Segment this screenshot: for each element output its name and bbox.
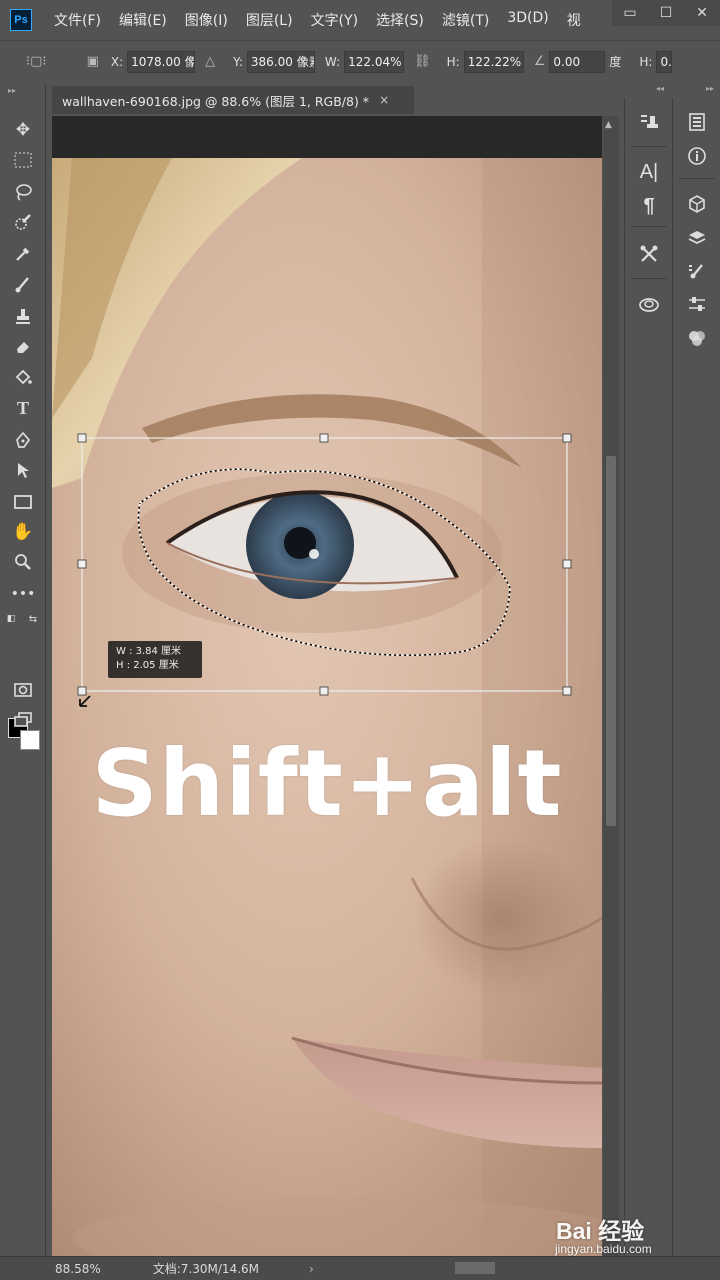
restore-button[interactable]: ☐ (648, 0, 684, 26)
tools-panel: ▸▸ ✥ T ✋ ••• ◧ ⇆ (0, 84, 46, 1256)
tooltip-width: W : 3.84 厘米 (116, 646, 182, 657)
menu-layer[interactable]: 图层(L) (246, 10, 302, 30)
y-field[interactable]: 386.00 像素 (246, 50, 315, 73)
menu-3d[interactable]: 3D(D) (507, 10, 557, 30)
stamp-icon[interactable] (10, 304, 36, 328)
menu-type[interactable]: 文字(Y) (311, 10, 367, 30)
move-icon[interactable]: ✥ (10, 118, 36, 142)
collapse-right-dock-icon[interactable]: ▸▸ (706, 84, 714, 93)
h-label: H: (446, 54, 460, 69)
options-bar: ⁝▢⁝ ▣ X: 1078.00 像 △ Y: 386.00 像素 W: 122… (0, 40, 720, 82)
background-color-swatch[interactable] (20, 730, 40, 750)
close-button[interactable]: ✕ (684, 0, 720, 26)
watermark-brand: Bai 经验 (556, 1218, 645, 1244)
reference-point-icon[interactable]: ▣ (87, 54, 99, 69)
paragraph-icon[interactable]: ¶ (635, 192, 663, 220)
close-document-icon[interactable]: × (379, 93, 389, 107)
properties-icon[interactable] (683, 108, 711, 136)
w-field[interactable]: 122.04% (344, 50, 405, 73)
quick-select-icon[interactable] (10, 210, 36, 234)
type-icon[interactable]: T (10, 396, 36, 420)
panel-separator (679, 178, 715, 179)
x-label: X: (110, 54, 124, 69)
menu-list: 文件(F) 编辑(E) 图像(I) 图层(L) 文字(Y) 选择(S) 滤镜(T… (54, 10, 599, 30)
w-label: W: (324, 54, 341, 69)
layers-icon[interactable] (683, 224, 711, 252)
menu-image[interactable]: 图像(I) (185, 10, 237, 30)
delta-icon[interactable]: △ (205, 54, 215, 69)
transform-size-tooltip: W : 3.84 厘米 H : 2.05 厘米 (108, 641, 202, 678)
eraser-icon[interactable] (10, 334, 36, 358)
x-field[interactable]: 1078.00 像 (127, 50, 196, 73)
zoom-icon[interactable] (10, 550, 36, 574)
vertical-scrollbar[interactable]: ▲ (603, 116, 619, 1256)
window-controls: ▭ ☐ ✕ (612, 0, 720, 26)
menu-bar: Ps 文件(F) 编辑(E) 图像(I) 图层(L) 文字(Y) 选择(S) 滤… (0, 0, 720, 40)
canvas-area[interactable] (52, 116, 602, 1256)
more-tools-icon[interactable]: ••• (10, 582, 36, 606)
default-colors-icon[interactable]: ◧ (4, 612, 18, 626)
photoshop-logo: Ps (10, 9, 32, 31)
menu-filter[interactable]: 滤镜(T) (442, 10, 498, 30)
clone-source-icon[interactable] (635, 108, 663, 136)
y-label: Y: (233, 54, 243, 69)
channels-icon[interactable] (683, 324, 711, 352)
panel-separator (631, 146, 667, 147)
3d-icon[interactable] (683, 190, 711, 218)
brush-icon[interactable] (10, 272, 36, 296)
panel-dock-collapsed: ◂◂ A| ¶ (624, 84, 670, 1256)
menu-file[interactable]: 文件(F) (54, 10, 110, 30)
document-tab-title: wallhaven-690168.jpg @ 88.6% (图层 1, RGB/… (62, 93, 370, 109)
watermark-url: jingyan.baidu.com (555, 1242, 652, 1256)
lasso-icon[interactable] (10, 180, 36, 204)
eyedropper-icon[interactable] (10, 242, 36, 266)
shortcut-caption: Shift+alt (91, 730, 563, 837)
panel-separator (631, 278, 667, 279)
menu-select[interactable]: 选择(S) (376, 10, 433, 30)
menu-view[interactable]: 视 (567, 10, 590, 30)
toolbar-grip-icon[interactable]: ▸▸ (8, 86, 16, 95)
vertical-scroll-thumb[interactable] (606, 456, 616, 826)
photo-canvas (52, 158, 602, 1256)
paint-bucket-icon[interactable] (10, 366, 36, 390)
status-menu-arrow-icon[interactable]: › (309, 1262, 314, 1276)
h-skew-label: H: (639, 54, 653, 69)
horizontal-scroll-thumb[interactable] (455, 1262, 495, 1274)
status-bar: 88.58% 文档:7.30M/14.6M › (0, 1256, 720, 1280)
quick-mask-icon[interactable] (10, 678, 36, 702)
h-field[interactable]: 122.22% (463, 50, 524, 73)
cc-libraries-icon[interactable] (635, 290, 663, 318)
zoom-level[interactable]: 88.58% (55, 1262, 101, 1276)
angle-field[interactable]: 0.00 (549, 50, 606, 73)
screen-mode-icon[interactable] (10, 708, 36, 732)
menu-edit[interactable]: 编辑(E) (119, 10, 176, 30)
info-icon[interactable] (683, 142, 711, 170)
panel-dock-right: ▸▸ (672, 84, 720, 1256)
swap-colors-icon[interactable]: ⇆ (26, 612, 40, 626)
hand-icon[interactable]: ✋ (10, 520, 36, 544)
tools-preset-icon[interactable] (635, 240, 663, 268)
scroll-up-icon[interactable]: ▲ (605, 120, 612, 130)
collapse-dock-icon[interactable]: ◂◂ (656, 84, 664, 93)
adjustments-icon[interactable] (683, 290, 711, 318)
brush-settings-icon[interactable] (683, 258, 711, 286)
tooltip-height: H : 2.05 厘米 (116, 660, 179, 671)
h-skew-field[interactable]: 0. (656, 50, 673, 73)
path-select-icon[interactable] (10, 458, 36, 482)
rectangle-icon[interactable] (10, 490, 36, 514)
minimize-button[interactable]: ▭ (612, 0, 648, 26)
character-icon[interactable]: A| (635, 158, 663, 186)
marquee-icon[interactable] (10, 148, 36, 172)
link-icon[interactable]: ⛓ (414, 54, 431, 69)
baidu-watermark: Bai 经验 jingyan.baidu.com (550, 1212, 720, 1256)
document-size: 文档:7.30M/14.6M (152, 1262, 259, 1276)
panel-separator (631, 226, 667, 227)
document-tab[interactable]: wallhaven-690168.jpg @ 88.6% (图层 1, RGB/… (52, 86, 414, 114)
angle-unit: 度 (609, 55, 622, 69)
transform-tool-icon[interactable]: ⁝▢⁝ (26, 54, 47, 69)
angle-icon: ∠ (533, 54, 546, 69)
pen-icon[interactable] (10, 428, 36, 452)
